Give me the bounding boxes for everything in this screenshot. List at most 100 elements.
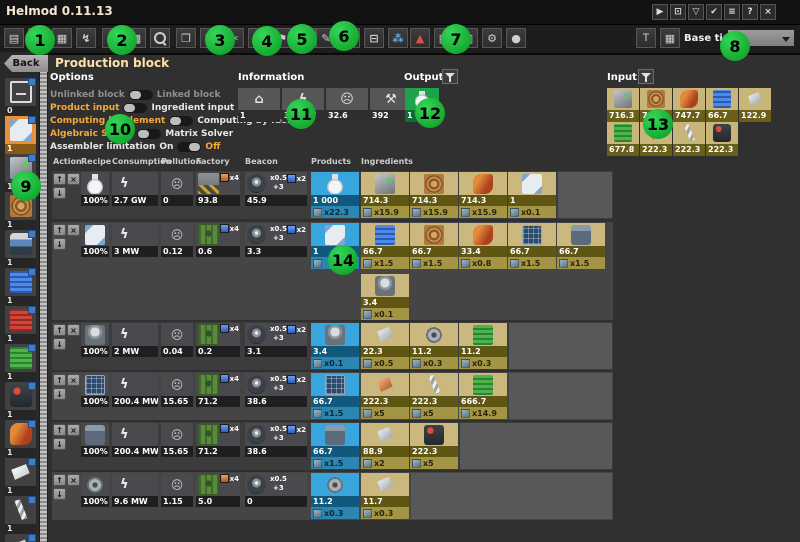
sidebar-item[interactable]: 1 — [5, 458, 36, 496]
copy-icon[interactable]: ❐ — [176, 28, 196, 48]
play-icon[interactable]: ▶ — [652, 4, 668, 20]
resources-icon[interactable]: ▦ — [52, 28, 72, 48]
factory-cell[interactable]: x493.8 — [196, 172, 240, 206]
ingredient-cell[interactable]: 3.4x0.1 — [361, 274, 409, 320]
calculator-button[interactable]: ▦ — [660, 28, 680, 48]
product-cell[interactable]: 1 000x22.3 — [311, 172, 359, 218]
move-up-button[interactable]: ↑ — [53, 374, 66, 386]
delete-row-button[interactable]: × — [67, 173, 80, 185]
delete-row-button[interactable]: × — [67, 324, 80, 336]
beacon-cell[interactable]: x0.5+3x23.1 — [245, 323, 307, 357]
ingredient-cell[interactable]: 11.2x0.3 — [459, 323, 507, 369]
recipe-cell[interactable]: 100% — [81, 323, 109, 357]
funnel-icon[interactable]: ▽ — [688, 4, 704, 20]
move-up-button[interactable]: ↑ — [53, 173, 66, 185]
input-item[interactable]: 222.3 — [673, 122, 705, 156]
beacon-cell[interactable]: x0.5+3x23.3 — [245, 223, 307, 257]
move-up-button[interactable]: ↑ — [53, 324, 66, 336]
move-down-button[interactable]: ↓ — [53, 238, 66, 250]
toggle-product-input[interactable] — [123, 103, 147, 113]
recipe-cell[interactable]: 100% — [81, 223, 109, 257]
recipe-cell[interactable]: 100% — [81, 373, 109, 407]
move-down-button[interactable]: ↓ — [53, 388, 66, 400]
search-icon[interactable] — [150, 28, 170, 48]
ingredient-cell[interactable]: 714.3x15.9 — [361, 172, 409, 218]
ingredient-cell[interactable]: 714.3x15.9 — [459, 172, 507, 218]
product-cell[interactable]: 66.7x1.5 — [311, 373, 359, 419]
chart-icon[interactable]: ↯ — [76, 28, 96, 48]
ingredient-cell[interactable]: 66.7x1.5 — [361, 223, 409, 269]
sidebar-item[interactable]: 1 — [5, 344, 36, 382]
sidebar-item[interactable]: 0 — [5, 78, 36, 116]
text-edit-button[interactable]: T — [636, 28, 656, 48]
input-item[interactable]: 222.3 — [706, 122, 738, 156]
input-item[interactable]: 677.8 — [607, 122, 639, 156]
ingredient-cell[interactable]: 11.7x0.3 — [361, 473, 409, 519]
ingredient-cell[interactable]: 22.3x0.5 — [361, 323, 409, 369]
list-icon[interactable]: ≡ — [724, 4, 740, 20]
product-cell[interactable]: 66.7x1.5 — [311, 423, 359, 469]
ingredient-cell[interactable]: 66.7x1.5 — [508, 223, 556, 269]
delete-row-button[interactable]: × — [67, 424, 80, 436]
output-filter-button[interactable] — [442, 69, 458, 84]
sidebar-item[interactable]: 1 — [5, 382, 36, 420]
move-down-button[interactable]: ↓ — [53, 187, 66, 199]
input-item[interactable]: 716.3 — [607, 88, 639, 122]
sidebar-scrollbar[interactable] — [39, 54, 48, 542]
delete-row-button[interactable]: × — [67, 374, 80, 386]
recipe-cell[interactable]: 100% — [81, 473, 109, 507]
factory-cell[interactable]: x40.6 — [196, 223, 240, 257]
factory-cell[interactable]: x40.2 — [196, 323, 240, 357]
ingredient-cell[interactable]: 222.3x5 — [410, 423, 458, 469]
gear-icon[interactable]: ⚙ — [482, 28, 502, 48]
input-item[interactable]: 747.7 — [673, 88, 705, 122]
check-icon[interactable]: ✔ — [706, 4, 722, 20]
input-item[interactable]: 122.9 — [739, 88, 771, 122]
recipe-cell[interactable]: 100% — [81, 172, 109, 206]
move-down-button[interactable]: ↓ — [53, 438, 66, 450]
ingredient-cell[interactable]: 714.3x15.9 — [410, 172, 458, 218]
move-down-button[interactable]: ↓ — [53, 338, 66, 350]
delete-row-button[interactable]: × — [67, 224, 80, 236]
factory-cell[interactable]: x471.2 — [196, 423, 240, 457]
network-icon[interactable]: ⁂ — [388, 28, 408, 48]
sidebar-item[interactable]: 1 — [5, 420, 36, 458]
ingredient-cell[interactable]: 222.3x5 — [361, 373, 409, 419]
calendar-icon[interactable]: ▤ — [4, 28, 24, 48]
input-item[interactable]: 66.7 — [706, 88, 738, 122]
display-icon[interactable]: ⊡ — [670, 4, 686, 20]
delete-row-button[interactable]: × — [67, 474, 80, 486]
ingredient-cell[interactable]: 33.4x0.8 — [459, 223, 507, 269]
sidebar-item[interactable]: 1 — [5, 306, 36, 344]
ingredient-cell[interactable]: 1x0.1 — [508, 172, 556, 218]
close-icon[interactable]: × — [760, 4, 776, 20]
ingredient-cell[interactable]: 222.3x5 — [410, 373, 458, 419]
ingredient-cell[interactable]: 88.9x2 — [361, 423, 409, 469]
ingredient-cell[interactable]: 66.7x1.5 — [410, 223, 458, 269]
recipe-cell[interactable]: 100% — [81, 423, 109, 457]
toggle-linked-block[interactable] — [129, 90, 153, 100]
ingredient-cell[interactable]: 66.7x1.5 — [557, 223, 605, 269]
sidebar-item[interactable]: 1 — [5, 268, 36, 306]
factory-cell[interactable]: x471.2 — [196, 373, 240, 407]
orb-icon[interactable]: ● — [506, 28, 526, 48]
factory-cell[interactable]: x45.0 — [196, 473, 240, 507]
input-filter-button[interactable] — [638, 69, 654, 84]
sidebar-item[interactable]: 1 — [5, 534, 36, 542]
product-cell[interactable]: 3.4x0.1 — [311, 323, 359, 369]
move-down-button[interactable]: ↓ — [53, 488, 66, 500]
rocket-icon[interactable]: ▲ — [410, 28, 430, 48]
help-icon[interactable]: ? — [742, 4, 758, 20]
move-up-button[interactable]: ↑ — [53, 424, 66, 436]
product-cell[interactable]: 11.2x0.3 — [311, 473, 359, 519]
sidebar-item[interactable]: 1 — [5, 496, 36, 534]
beacon-cell[interactable]: x0.5+3x238.6 — [245, 373, 307, 407]
ingredient-cell[interactable]: 666.7x14.9 — [459, 373, 507, 419]
move-up-button[interactable]: ↑ — [53, 474, 66, 486]
truck-icon[interactable]: ⊟ — [364, 28, 384, 48]
beacon-cell[interactable]: x0.5+3x238.6 — [245, 423, 307, 457]
sidebar-item[interactable]: 1 — [5, 116, 36, 154]
toggle-computing-mode[interactable] — [169, 116, 193, 126]
toggle-solver[interactable] — [137, 129, 161, 139]
beacon-cell[interactable]: x0.5+3x245.9 — [245, 172, 307, 206]
